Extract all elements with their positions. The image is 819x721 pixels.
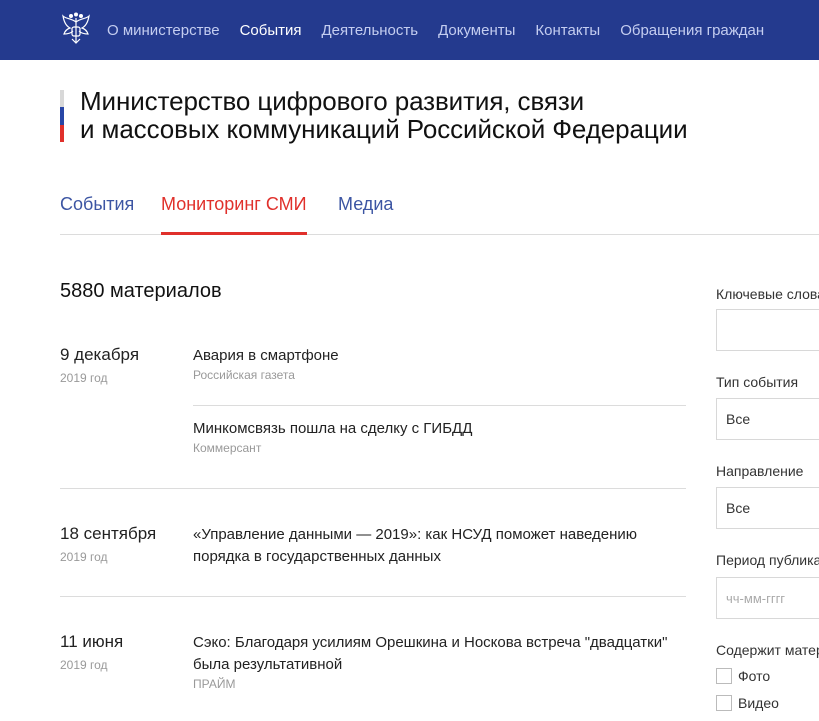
period-date-input[interactable] <box>726 590 819 606</box>
main-nav: О министерстве События Деятельность Доку… <box>107 0 784 60</box>
flag-stripe <box>60 90 64 142</box>
top-nav-bar: О министерстве События Деятельность Доку… <box>0 0 819 60</box>
event-type-label: Тип события <box>716 374 799 390</box>
video-checkbox-label: Видео <box>738 695 779 711</box>
nav-item-events[interactable]: События <box>240 22 302 39</box>
tab-media[interactable]: Медиа <box>338 194 393 215</box>
news-source: Коммерсант <box>193 441 262 455</box>
nav-item-documents[interactable]: Документы <box>438 22 515 39</box>
direction-label: Направление <box>716 463 804 479</box>
contains-label: Содержит материалы <box>716 642 819 658</box>
nav-item-contacts[interactable]: Контакты <box>535 22 600 39</box>
nav-item-appeals[interactable]: Обращения граждан <box>620 22 764 39</box>
photo-checkbox-label: Фото <box>738 668 771 684</box>
date-group: 11 июня 2019 год <box>60 632 123 672</box>
video-checkbox-row[interactable]: Видео <box>716 695 779 711</box>
news-item[interactable]: Авария в смартфоне Российская газета <box>193 345 686 382</box>
active-tab-underline <box>161 232 307 235</box>
direction-value: Все <box>726 500 751 516</box>
date-group: 9 декабря 2019 год <box>60 345 139 385</box>
news-item[interactable]: Минкомсвязь пошла на сделку с ГИБДД Комм… <box>193 418 686 455</box>
keywords-input-box[interactable] <box>716 309 819 351</box>
nav-item-activity[interactable]: Деятельность <box>322 22 419 39</box>
news-item[interactable]: Сэко: Благодаря усилиям Орешкина и Носко… <box>193 632 686 691</box>
tab-events[interactable]: События <box>60 194 134 215</box>
photo-checkbox[interactable] <box>716 668 732 684</box>
item-divider <box>193 405 686 406</box>
date-year: 2019 год <box>60 371 108 385</box>
date-year: 2019 год <box>60 658 108 672</box>
news-item[interactable]: «Управление данными — 2019»: как НСУД по… <box>193 524 686 568</box>
nav-item-about[interactable]: О министерстве <box>107 22 220 39</box>
date-day: 9 декабря <box>60 345 140 364</box>
news-title[interactable]: Минкомсвязь пошла на сделку с ГИБДД <box>193 418 686 440</box>
coat-of-arms-icon[interactable] <box>60 12 92 46</box>
date-year: 2019 год <box>60 550 108 564</box>
materials-count: 5880 материалов <box>60 280 222 302</box>
date-day: 11 июня <box>60 632 124 651</box>
period-label: Период публикации <box>716 552 819 568</box>
page-title-line-2: и массовых коммуникаций Российской Федер… <box>80 114 688 144</box>
page-title-line-1: Министерство цифрового развития, связи <box>80 86 585 116</box>
news-source: ПРАЙМ <box>193 677 236 691</box>
date-day: 18 сентября <box>60 524 157 543</box>
video-checkbox[interactable] <box>716 695 732 711</box>
news-title[interactable]: Авария в смартфоне <box>193 345 686 367</box>
date-group: 18 сентября 2019 год <box>60 524 156 564</box>
news-title[interactable]: Сэко: Благодаря усилиям Орешкина и Носко… <box>193 632 686 676</box>
page-title: Министерство цифрового развития, связи и… <box>80 87 688 143</box>
event-type-value: Все <box>726 411 751 427</box>
direction-select[interactable]: Все <box>716 487 819 529</box>
photo-checkbox-row[interactable]: Фото <box>716 668 770 684</box>
period-input-box[interactable] <box>716 577 819 619</box>
section-tabs: События Мониторинг СМИ Медиа <box>60 180 819 235</box>
news-source: Российская газета <box>193 368 295 382</box>
news-title[interactable]: «Управление данными — 2019»: как НСУД по… <box>193 524 686 568</box>
event-type-select[interactable]: Все <box>716 398 819 440</box>
keywords-input[interactable] <box>726 322 819 338</box>
group-divider <box>60 488 686 489</box>
tab-media-monitoring[interactable]: Мониторинг СМИ <box>161 194 307 215</box>
group-divider <box>60 596 686 597</box>
keywords-label: Ключевые слова <box>716 286 819 302</box>
